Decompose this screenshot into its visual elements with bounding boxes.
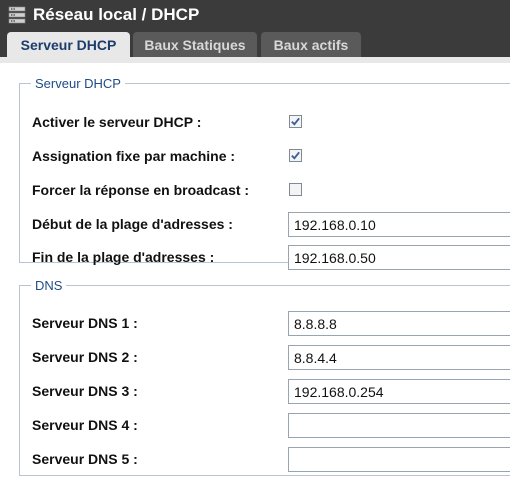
dns-server-row: Serveur DNS 2 : [20, 341, 510, 374]
fixed-assignment-checkbox[interactable] [289, 149, 302, 162]
field-label: Assignation fixe par machine : [32, 148, 236, 164]
field-label: Forcer la réponse en broadcast : [32, 182, 250, 198]
tab-label: Baux actifs [273, 36, 349, 53]
tab-baux-statiques[interactable]: Baux Statiques [133, 32, 257, 57]
title-bar: Réseau local / DHCP [0, 0, 510, 31]
range-start-input[interactable] [288, 212, 510, 237]
dns-server-row: Serveur DNS 1 : [20, 307, 510, 340]
fixed-assignment-row: Assignation fixe par machine : [20, 140, 510, 173]
dns-fieldset: DNS Serveur DNS 1 : Serveur DNS 2 : Serv… [19, 278, 510, 476]
dns-4-input[interactable] [288, 413, 510, 438]
main-content: Serveur DHCP Activer le serveur DHCP : A… [0, 63, 510, 491]
dns-server-row: Serveur DNS 5 : [20, 443, 510, 476]
enable-server-row: Activer le serveur DHCP : [20, 106, 510, 139]
field-label: Serveur DNS 2 : [32, 349, 138, 365]
tab-bar: Serveur DHCP Baux Statiques Baux actifs [0, 31, 510, 57]
range-end-row: Fin de la plage d'adresses : [20, 241, 510, 274]
range-start-row: Début de la plage d'adresses : [20, 208, 510, 241]
page-title: Réseau local / DHCP [33, 5, 200, 24]
field-label: Serveur DNS 4 : [32, 417, 138, 433]
force-broadcast-checkbox[interactable] [289, 183, 302, 196]
field-label: Serveur DNS 5 : [32, 451, 138, 467]
section-legend: Serveur DHCP [35, 76, 121, 91]
checkmark-icon [291, 117, 300, 126]
field-label: Fin de la plage d'adresses : [32, 249, 215, 265]
dns-server-row: Serveur DNS 3 : [20, 375, 510, 408]
dns-3-input[interactable] [288, 379, 510, 404]
dns-1-input[interactable] [288, 311, 510, 336]
tab-label: Serveur DHCP [20, 36, 117, 53]
dns-2-input[interactable] [288, 345, 510, 370]
enable-dhcp-checkbox[interactable] [289, 115, 302, 128]
dns-5-input[interactable] [288, 447, 510, 472]
checkmark-icon [291, 151, 300, 160]
field-label: Serveur DNS 1 : [32, 315, 138, 331]
tab-serveur-dhcp[interactable]: Serveur DHCP [7, 32, 130, 57]
section-legend: DNS [35, 278, 63, 293]
dhcp-server-fieldset: Serveur DHCP Activer le serveur DHCP : A… [19, 76, 510, 270]
field-label: Activer le serveur DHCP : [32, 114, 202, 130]
tab-label: Baux Statiques [144, 36, 246, 53]
field-label: Serveur DNS 3 : [32, 383, 138, 399]
field-label: Début de la plage d'adresses : [32, 216, 233, 232]
force-broadcast-row: Forcer la réponse en broadcast : [20, 174, 510, 207]
tab-baux-actifs[interactable]: Baux actifs [261, 32, 361, 57]
dns-server-row: Serveur DNS 4 : [20, 409, 510, 442]
network-server-icon [8, 6, 26, 24]
range-end-input[interactable] [288, 245, 510, 270]
